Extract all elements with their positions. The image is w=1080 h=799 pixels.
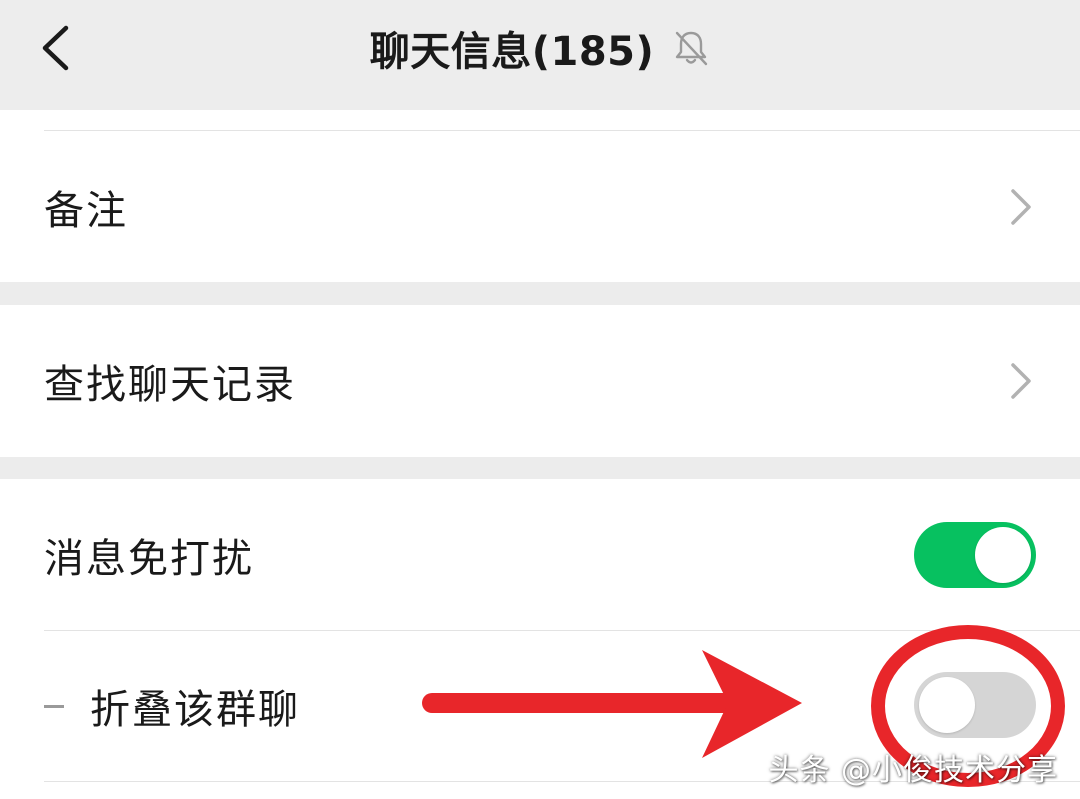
mute-toggle[interactable]	[914, 522, 1036, 588]
page-title: 聊天信息(185)	[0, 20, 1080, 76]
chevron-right-icon	[1006, 359, 1036, 403]
remark-row[interactable]: 备注	[0, 131, 1080, 282]
page-title-text: 聊天信息(185)	[369, 29, 655, 75]
mute-row: 消息免打扰	[0, 479, 1080, 630]
search-history-label: 查找聊天记录	[44, 362, 296, 408]
toggle-knob	[975, 527, 1031, 583]
fold-toggle[interactable]	[914, 672, 1036, 738]
navigation-bar: 聊天信息(185)	[0, 0, 1080, 110]
fold-label: 折叠该群聊	[90, 687, 300, 733]
watermark: 头条 @小俊技术分享	[768, 753, 1058, 788]
toggle-knob	[919, 677, 975, 733]
chevron-right-icon	[1006, 185, 1036, 229]
search-history-section: 查找聊天记录	[0, 305, 1080, 457]
search-history-row[interactable]: 查找聊天记录	[0, 305, 1080, 457]
remark-section: 备注	[0, 110, 1080, 282]
chat-info-screen: 聊天信息(185) 备注 查找聊天记录 消息免打扰 折叠该群聊 头条 @小俊技术…	[0, 0, 1080, 799]
bell-muted-icon	[672, 29, 710, 67]
mute-label: 消息免打扰	[44, 535, 254, 582]
remark-label: 备注	[44, 187, 128, 234]
dash-icon	[44, 705, 64, 708]
